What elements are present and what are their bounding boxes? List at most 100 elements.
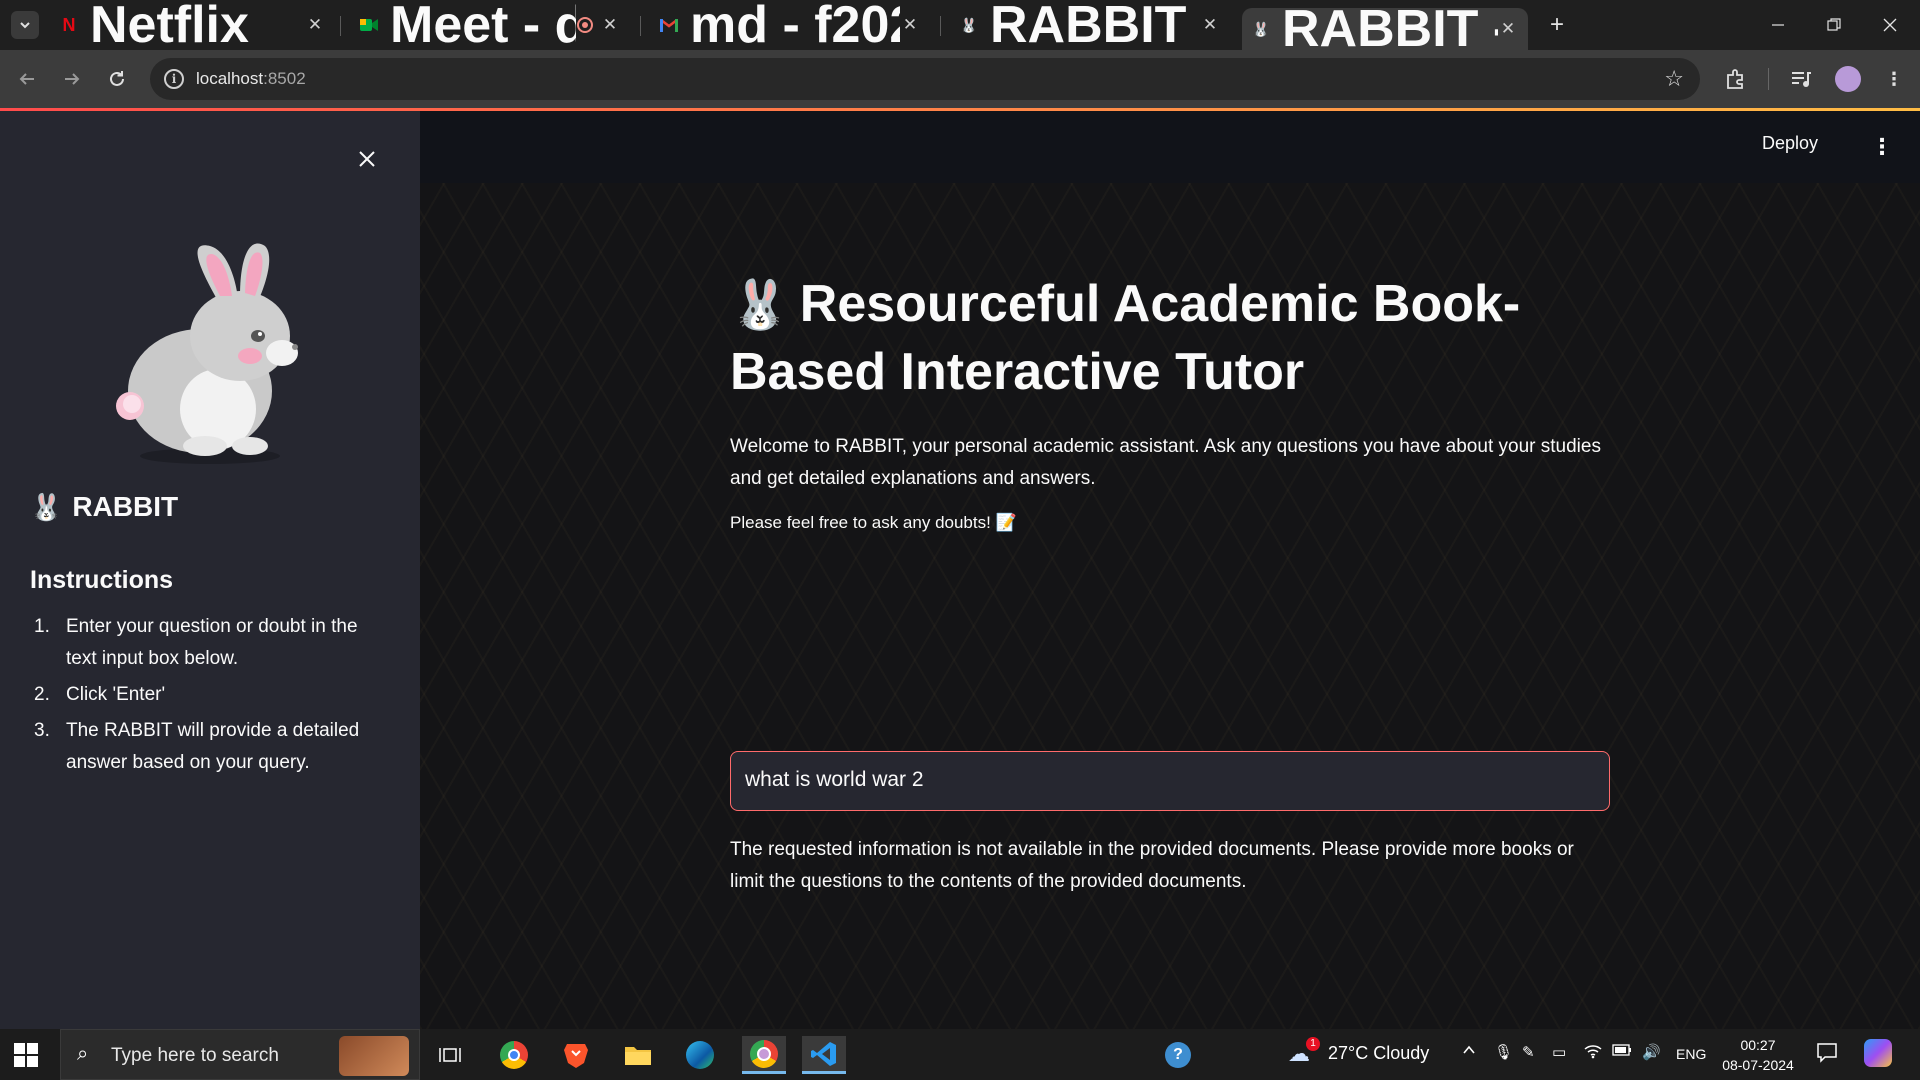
rabbit-emoji-icon: 🐰 bbox=[730, 279, 790, 332]
display-icon[interactable]: ▭ bbox=[1552, 1043, 1566, 1061]
tab-netflix[interactable]: N Netflix ✕ bbox=[50, 0, 335, 54]
minimize-button[interactable] bbox=[1750, 0, 1806, 50]
arrow-right-icon bbox=[65, 73, 80, 85]
extensions-button[interactable] bbox=[1720, 63, 1752, 95]
restore-icon bbox=[1827, 18, 1841, 31]
instruction-number: 1. bbox=[34, 616, 50, 637]
weather-badge: 1 bbox=[1306, 1037, 1320, 1051]
site-info-icon[interactable]: i bbox=[164, 69, 184, 89]
close-tab-icon[interactable]: ✕ bbox=[1200, 15, 1220, 35]
search-icon: ⌕ bbox=[77, 1043, 89, 1065]
gmail-icon bbox=[660, 16, 678, 34]
edge-icon bbox=[686, 1041, 714, 1069]
app-menu-button[interactable]: ⋮ bbox=[1870, 133, 1894, 161]
minimize-icon bbox=[1772, 24, 1784, 26]
back-button[interactable] bbox=[12, 64, 42, 94]
recording-icon bbox=[576, 16, 594, 34]
help-icon: ? bbox=[1165, 1042, 1191, 1068]
windows-logo-icon bbox=[14, 1056, 25, 1067]
chevron-down-icon bbox=[20, 22, 30, 29]
answer-text: The requested information is not availab… bbox=[730, 839, 1574, 892]
vscode-icon bbox=[811, 1041, 836, 1066]
tab-rabbit-1[interactable]: 🐰 RABBIT - Resourceful Acade ✕ bbox=[950, 0, 1230, 54]
instructions-list: 1. Enter your question or doubt in the t… bbox=[30, 611, 390, 783]
taskbar-edge[interactable] bbox=[680, 1036, 720, 1074]
address-bar[interactable]: i localhost:8502 ☆ bbox=[150, 58, 1700, 100]
bookmark-star-icon[interactable]: ☆ bbox=[1664, 66, 1684, 92]
taskbar-vscode[interactable] bbox=[802, 1036, 846, 1074]
windows-logo-icon bbox=[27, 1043, 38, 1054]
restore-button[interactable] bbox=[1806, 0, 1862, 50]
page-title: 🐰 Resourceful Academic Book-Based Interac… bbox=[730, 271, 1610, 405]
instruction-item: 3. The RABBIT will provide a detailed an… bbox=[30, 715, 390, 779]
url-text: localhost:8502 bbox=[196, 69, 306, 88]
taskbar-search-box[interactable]: ⌕ Type here to search bbox=[60, 1029, 420, 1080]
tab-separator bbox=[340, 16, 341, 36]
reload-button[interactable] bbox=[102, 64, 132, 94]
content-block: 🐰 Resourceful Academic Book-Based Interac… bbox=[730, 271, 1610, 892]
taskbar-search-placeholder: Type here to search bbox=[111, 1045, 279, 1066]
close-tab-icon[interactable]: ✕ bbox=[305, 15, 325, 35]
instructions-heading: Instructions bbox=[30, 566, 174, 594]
close-icon bbox=[359, 151, 375, 167]
instruction-number: 3. bbox=[34, 720, 50, 741]
tab-rabbit-active[interactable]: 🐰 RABBIT - Resourceful Acade ✕ bbox=[1242, 0, 1528, 58]
language-indicator[interactable]: ENG bbox=[1676, 1046, 1706, 1062]
profile-avatar[interactable] bbox=[1835, 66, 1861, 92]
more-vertical-icon: ⋮ bbox=[1885, 68, 1903, 89]
close-tab-icon[interactable]: ✕ bbox=[900, 15, 920, 35]
puzzle-icon bbox=[1727, 69, 1743, 89]
notifications-button[interactable] bbox=[1816, 1041, 1838, 1067]
taskbar-chrome-profile[interactable] bbox=[742, 1036, 786, 1074]
browser-menu-button[interactable]: ⋮ bbox=[1878, 63, 1910, 95]
taskbar-clock[interactable]: 00:27 08-07-2024 bbox=[1708, 1035, 1808, 1075]
chrome-profile-icon bbox=[750, 1039, 778, 1068]
sidebar: 🐰 RABBIT Instructions 1. Enter your ques… bbox=[0, 111, 420, 1029]
more-vertical-icon: ⋮ bbox=[1871, 134, 1893, 159]
show-hidden-icons[interactable] bbox=[1462, 1043, 1476, 1061]
tab-search-button[interactable] bbox=[11, 11, 39, 39]
pen-menu-icon[interactable]: ✎ bbox=[1522, 1043, 1535, 1061]
brave-icon bbox=[564, 1044, 588, 1068]
folder-icon bbox=[625, 1047, 651, 1065]
microphone-icon[interactable]: 🎙 bbox=[1494, 1043, 1513, 1061]
taskbar-chrome[interactable] bbox=[494, 1036, 534, 1074]
question-input[interactable]: what is world war 2 bbox=[730, 751, 1610, 811]
tab-meet[interactable]: Meet - dby-rdcj-xcr ✕ bbox=[350, 0, 630, 54]
close-icon bbox=[1883, 18, 1897, 32]
forward-button[interactable] bbox=[57, 64, 87, 94]
sidebar-brand-text: RABBIT bbox=[72, 491, 179, 522]
chevron-up-icon bbox=[1463, 1045, 1475, 1054]
close-window-button[interactable] bbox=[1862, 0, 1918, 50]
weather-widget[interactable]: ☁ 1 bbox=[1288, 1037, 1320, 1067]
help-button[interactable]: ? bbox=[1158, 1036, 1198, 1074]
battery-icon[interactable] bbox=[1612, 1043, 1632, 1061]
volume-icon[interactable]: 🔊 bbox=[1642, 1043, 1661, 1061]
tab-separator bbox=[640, 16, 641, 36]
deploy-button[interactable]: Deploy bbox=[1762, 133, 1818, 154]
tab-gmail[interactable]: md - f20212872@goa.bits-pilan ✕ bbox=[650, 0, 930, 54]
media-control-button[interactable] bbox=[1785, 63, 1817, 95]
start-button[interactable] bbox=[14, 1043, 38, 1067]
close-tab-icon[interactable]: ✕ bbox=[1498, 19, 1518, 39]
instruction-text: Click 'Enter' bbox=[66, 684, 166, 705]
meet-icon bbox=[360, 16, 378, 34]
copilot-button[interactable] bbox=[1864, 1039, 1892, 1067]
close-sidebar-button[interactable] bbox=[352, 144, 382, 174]
music-queue-icon bbox=[1792, 72, 1811, 87]
browser-toolbar: i localhost:8502 ☆ ⋮ bbox=[0, 50, 1920, 108]
instruction-number: 2. bbox=[34, 684, 50, 705]
reload-icon bbox=[110, 71, 124, 86]
close-tab-icon[interactable]: ✕ bbox=[600, 15, 620, 35]
wifi-icon[interactable] bbox=[1584, 1043, 1602, 1063]
chrome-icon bbox=[500, 1041, 528, 1069]
taskbar-brave[interactable] bbox=[556, 1036, 596, 1074]
toolbar-divider bbox=[1768, 68, 1769, 90]
new-tab-button[interactable]: + bbox=[1544, 11, 1570, 38]
task-view-icon bbox=[439, 1048, 461, 1062]
taskbar-file-explorer[interactable] bbox=[618, 1036, 658, 1074]
weather-text: 27°C Cloudy bbox=[1328, 1043, 1430, 1063]
sidebar-brand: 🐰 RABBIT bbox=[30, 491, 178, 523]
windows-taskbar: ⌕ Type here to search ? ☁ 1 27°C Cloudy … bbox=[0, 1029, 1920, 1080]
task-view-button[interactable] bbox=[430, 1036, 470, 1074]
